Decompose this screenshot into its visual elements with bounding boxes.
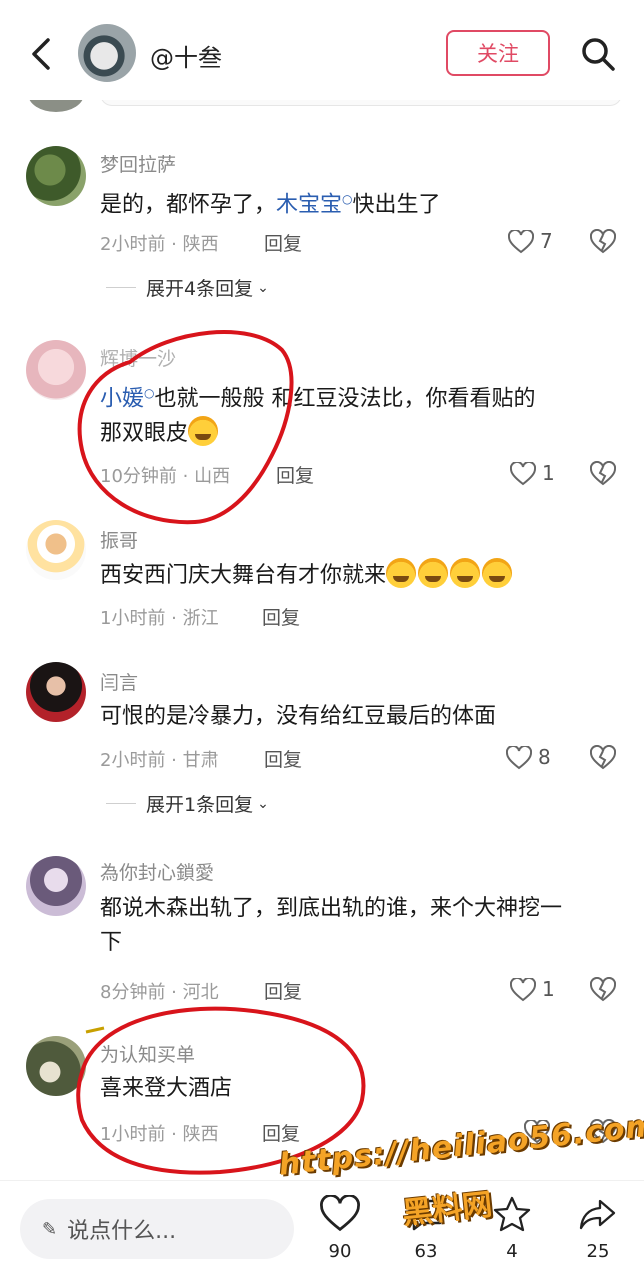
comment-time-location: 2小时前 · 陕西 (100, 234, 219, 255)
comment-text: 是的，都怀孕了，木宝宝○快出生了 (100, 182, 620, 222)
reply-button[interactable]: 回复 (264, 745, 302, 772)
commenter-name[interactable]: 为认知买单 (100, 1040, 195, 1067)
reply-button[interactable]: 回复 (276, 461, 314, 488)
reply-button[interactable]: 回复 (264, 229, 302, 256)
reply-button[interactable]: 回复 (262, 603, 300, 630)
chevron-down-icon: ⌄ (257, 795, 269, 812)
expand-replies-button[interactable]: 展开4条回复 ⌄ (106, 274, 269, 301)
divider-line (106, 803, 136, 804)
watermark-name: 黑料网 (400, 1187, 494, 1232)
like-count: 8 (538, 745, 551, 769)
heart-icon[interactable] (507, 228, 535, 254)
comment-text: 喜来登大酒店 (100, 1076, 233, 1101)
commenter-avatar[interactable] (26, 520, 86, 580)
comment-text: 可恨的是冷暴力，没有给红豆最后的体面 (100, 704, 497, 729)
chevron-down-icon: ⌄ (257, 279, 269, 296)
follow-button[interactable]: 关注 (446, 30, 550, 76)
dislike-icon[interactable] (589, 228, 617, 255)
comment-text-part: 西安西门庆大舞台有才你就来 (100, 563, 387, 588)
comment-text-part: 快出生了 (352, 192, 441, 218)
comment-text: 小媛○也就一般般 和红豆没法比，你看看贴的那双眼皮 (100, 376, 620, 451)
watermark-url: https://heiliao56.com (277, 1108, 644, 1183)
comment-time-location: 2小时前 · 甘肃 (100, 750, 219, 771)
mention-link[interactable]: 木宝宝 (276, 192, 342, 217)
author-username[interactable]: @十叁 (150, 38, 222, 73)
share-count: 25 (586, 1241, 610, 1262)
expand-label: 展开1条回复 (146, 794, 254, 816)
like-heart-icon[interactable] (320, 1194, 360, 1235)
expand-label: 展开4条回复 (146, 278, 254, 300)
commenter-name[interactable]: 為你封心鎖愛 (100, 858, 214, 885)
commenter-name[interactable]: 闫言 (100, 668, 138, 695)
comment-text: 都说木森出轨了，到底出轨的谁，来个大神挖一下 (100, 892, 620, 960)
search-icon[interactable] (580, 36, 616, 72)
expand-replies-button[interactable]: 展开1条回复 ⌄ (106, 790, 269, 817)
pencil-icon: ✎ (42, 1218, 58, 1240)
dislike-icon[interactable] (589, 976, 617, 1003)
divider-line (106, 287, 136, 288)
like-count: 1 (542, 977, 555, 1001)
commenter-avatar[interactable] (26, 340, 86, 400)
commenter-name[interactable]: 梦回拉萨 (100, 150, 176, 177)
commenter-name[interactable]: 振哥 (100, 526, 138, 553)
bottom-action-bar: ✎ 说点什么... 90 63 4 25 (0, 1180, 644, 1281)
comment-input-placeholder: 说点什么... (67, 1219, 177, 1244)
crying-emoji-icon (450, 558, 481, 588)
search-icon: ○ (342, 192, 353, 206)
dislike-icon[interactable] (589, 460, 617, 487)
comment-text-part: 下 (100, 930, 123, 955)
laughing-crying-emoji-icon (188, 416, 219, 447)
commenter-avatar[interactable] (26, 146, 86, 206)
search-icon: ○ (144, 386, 155, 400)
mention-link[interactable]: 小媛 (100, 386, 144, 411)
like-count: 90 (328, 1241, 352, 1262)
star-count: 4 (506, 1241, 518, 1262)
like-count: 1 (542, 461, 555, 485)
reply-button[interactable]: 回复 (262, 1119, 300, 1146)
commenter-avatar[interactable] (26, 856, 86, 916)
top-bar: @十叁 关注 (0, 0, 644, 100)
crying-emoji-icon (418, 558, 449, 588)
crying-emoji-icon (386, 558, 417, 588)
heart-icon[interactable] (509, 460, 537, 486)
comment-text-part: 都说木森出轨了，到底出轨的谁，来个大神挖一 (100, 896, 563, 921)
commenter-avatar[interactable] (26, 1036, 86, 1096)
heart-icon[interactable] (505, 744, 533, 770)
comment-text: 西安西门庆大舞台有才你就来 (100, 558, 620, 593)
comment-text-part: 也就一般般 和红豆没法比，你看看贴的 (154, 386, 536, 412)
comment-text-part: 是的，都怀孕了， (100, 192, 277, 218)
star-icon[interactable] (492, 1195, 532, 1235)
comment-time-location: 1小时前 · 浙江 (100, 608, 219, 629)
comment-count: 63 (414, 1241, 438, 1262)
commenter-avatar[interactable] (26, 662, 86, 722)
crying-emoji-icon (482, 558, 513, 588)
author-avatar[interactable] (78, 24, 136, 82)
comment-time-location: 1小时前 · 陕西 (100, 1124, 219, 1145)
back-arrow-icon[interactable] (28, 34, 58, 74)
heart-icon[interactable] (509, 976, 537, 1002)
commenter-name[interactable]: 辉博一沙 (100, 344, 176, 371)
comment-time-location: 10分钟前 · 山西 (100, 466, 231, 487)
like-count: 7 (540, 229, 553, 253)
reply-button[interactable]: 回复 (264, 977, 302, 1004)
comment-text-part: 那双眼皮 (100, 421, 189, 447)
dislike-icon[interactable] (589, 744, 617, 771)
comment-input[interactable]: ✎ 说点什么... (20, 1199, 294, 1259)
comment-time-location: 8分钟前 · 河北 (100, 982, 219, 1003)
share-arrow-icon[interactable] (578, 1195, 618, 1235)
